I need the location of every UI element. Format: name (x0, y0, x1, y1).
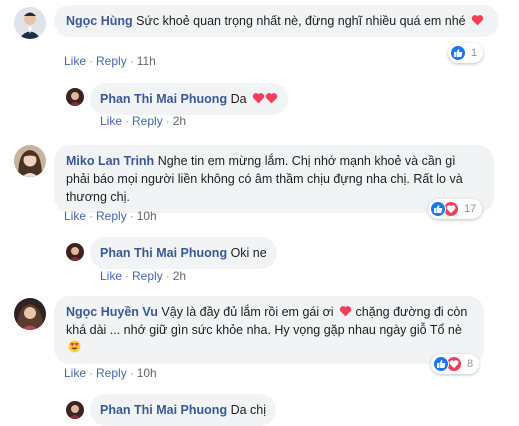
reaction-summary[interactable]: 8 (431, 354, 480, 374)
reply-text: Da chị (230, 403, 266, 417)
avatar[interactable] (14, 7, 46, 39)
heart-eyes-emoji (68, 340, 81, 353)
comment-actions: Like · Reply · 10h (64, 209, 157, 223)
comment-author[interactable]: Ngọc Hùng (66, 14, 133, 28)
like-link[interactable]: Like (100, 114, 122, 128)
timestamp[interactable]: 10h (137, 209, 157, 223)
like-icon (433, 356, 449, 372)
comment-bubble: Ngọc Hùng Sức khoẻ quan trọng nhất nè, đ… (54, 5, 499, 37)
comment-author[interactable]: Ngọc Huyền Vu (66, 305, 158, 319)
reply-bubble: Phan Thi Mai Phuong Da chị (90, 394, 276, 426)
heart-icon (265, 93, 278, 104)
reply-text: Da (230, 92, 247, 106)
like-icon (450, 45, 466, 61)
reaction-summary[interactable]: 17 (428, 199, 483, 219)
avatar[interactable] (14, 145, 46, 177)
comment-actions: Like · Reply · 10h (64, 366, 157, 380)
like-link[interactable]: Like (100, 269, 122, 283)
reply-bubble: Phan Thi Mai Phuong Da (90, 83, 289, 115)
avatar[interactable] (66, 88, 84, 106)
reply-link[interactable]: Reply (132, 269, 163, 283)
avatar[interactable] (66, 243, 84, 261)
avatar[interactable] (66, 401, 84, 419)
heart-icon (471, 15, 484, 26)
heart-icon (252, 93, 265, 104)
comment-bubble: Ngọc Huyền Vu Vậy là đầy đủ lắm rồi em g… (54, 296, 484, 364)
timestamp[interactable]: 11h (137, 54, 156, 68)
reaction-summary[interactable]: 1 (448, 43, 484, 63)
reply-link[interactable]: Reply (96, 209, 127, 223)
reply-author[interactable]: Phan Thi Mai Phuong (100, 92, 227, 106)
comment-text: Sức khoẻ quan trọng nhất nè, đừng nghĩ n… (136, 14, 466, 28)
reply-actions: Like · Reply · 2h (100, 269, 187, 283)
heart-icon (339, 306, 352, 317)
reply-link[interactable]: Reply (132, 114, 163, 128)
comment-author[interactable]: Miko Lan Trinh (66, 154, 154, 168)
reply-actions: Like · Reply · 2h (100, 114, 187, 128)
reaction-count: 8 (467, 358, 474, 370)
reply-bubble: Phan Thi Mai Phuong Oki ne (90, 237, 277, 269)
reply-link[interactable]: Reply (96, 366, 127, 380)
like-link[interactable]: Like (64, 209, 86, 223)
like-icon (430, 201, 446, 217)
reply-link[interactable]: Reply (96, 54, 127, 68)
timestamp[interactable]: 2h (173, 114, 186, 128)
reaction-count: 1 (471, 47, 478, 59)
comment-actions: Like · Reply · 11h (64, 54, 156, 68)
comment-text: Vậy là đầy đủ lắm rồi em gái ơi (161, 305, 334, 319)
reply-author[interactable]: Phan Thi Mai Phuong (100, 403, 227, 417)
reaction-count: 17 (464, 203, 477, 215)
comment-bubble: Miko Lan Trinh Nghe tin em mừng lắm. Chị… (54, 145, 494, 213)
timestamp[interactable]: 10h (137, 366, 157, 380)
reply-text: Oki ne (230, 246, 267, 260)
like-link[interactable]: Like (64, 366, 86, 380)
avatar[interactable] (14, 298, 46, 330)
timestamp[interactable]: 2h (173, 269, 186, 283)
like-link[interactable]: Like (64, 54, 86, 68)
reply-author[interactable]: Phan Thi Mai Phuong (100, 246, 227, 260)
